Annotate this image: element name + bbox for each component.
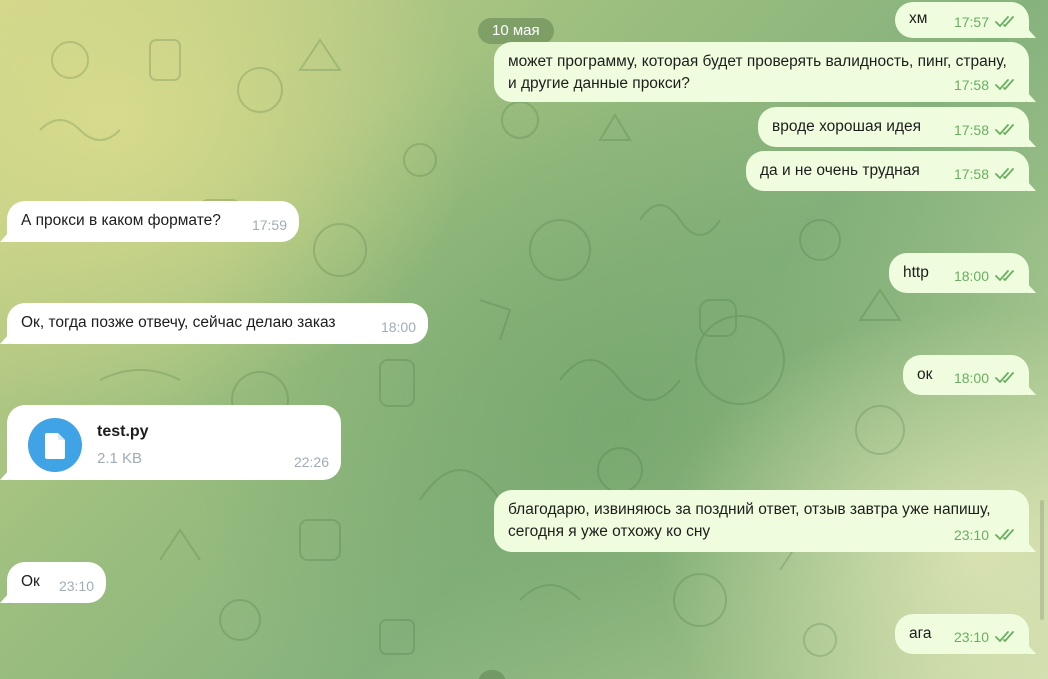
double-check-icon xyxy=(995,270,1014,282)
message-text: вроде хорошая идея xyxy=(772,118,922,135)
message-meta: 18:00 xyxy=(954,367,1017,389)
message-meta: 18:00 xyxy=(381,316,416,338)
message-time: 18:00 xyxy=(953,370,989,386)
double-check-icon xyxy=(995,168,1014,180)
message-meta: 22:26 xyxy=(294,451,329,473)
message-time: 23:10 xyxy=(953,629,989,645)
incoming-message[interactable]: Ок, тогда позже отвечу, сейчас делаю зак… xyxy=(0,303,428,344)
message-text: Ок xyxy=(21,573,40,590)
message-meta: 17:58 xyxy=(954,119,1017,141)
message-text: да и не очень трудная xyxy=(760,162,920,179)
message-time: 17:59 xyxy=(251,217,287,233)
message-text: может программу, которая будет проверять… xyxy=(508,53,1007,92)
message-meta: 23:10 xyxy=(59,575,94,597)
incoming-message[interactable]: А прокси в каком формате? 17:59 xyxy=(0,201,299,242)
message-meta: 17:58 xyxy=(954,163,1017,185)
message-meta: 23:10 xyxy=(954,524,1017,546)
outgoing-message[interactable]: http 18:00 xyxy=(889,253,1036,293)
outgoing-message[interactable]: ок 18:00 xyxy=(903,355,1036,395)
file-name[interactable]: test.py xyxy=(97,421,149,443)
message-time: 23:10 xyxy=(953,527,989,543)
file-icon xyxy=(45,433,65,459)
message-text: ок xyxy=(917,366,933,383)
outgoing-message[interactable]: может программу, которая будет проверять… xyxy=(494,42,1036,102)
outgoing-message[interactable]: вроде хорошая идея 17:58 xyxy=(758,107,1036,147)
message-time: 17:58 xyxy=(953,77,989,93)
message-meta: 17:58 xyxy=(954,74,1017,96)
message-text: ага xyxy=(909,625,932,642)
incoming-message[interactable]: Ок 23:10 xyxy=(0,562,106,603)
message-meta: 17:59 xyxy=(252,214,287,236)
message-text: хм xyxy=(909,10,928,27)
double-check-icon xyxy=(995,631,1014,643)
message-time: 17:58 xyxy=(953,166,989,182)
message-meta: 23:10 xyxy=(954,626,1017,648)
message-text: А прокси в каком формате? xyxy=(21,212,221,229)
double-check-icon xyxy=(995,372,1014,384)
chat-area[interactable]: 10 мая хм 17:57 может программу, которая… xyxy=(0,0,1048,679)
date-label: 10 мая xyxy=(492,22,540,39)
file-size: 2.1 KB xyxy=(97,450,143,467)
date-separator: 10 мая xyxy=(478,18,554,44)
double-check-icon xyxy=(995,124,1014,136)
double-check-icon xyxy=(995,16,1014,28)
outgoing-message[interactable]: хм 17:57 xyxy=(895,2,1036,38)
date-separator-partial xyxy=(478,670,506,679)
message-time: 23:10 xyxy=(58,578,94,594)
outgoing-message[interactable]: благодарю, извиняюсь за поздний ответ, о… xyxy=(494,490,1036,552)
outgoing-message[interactable]: да и не очень трудная 17:58 xyxy=(746,151,1036,191)
scrollbar[interactable] xyxy=(1040,500,1044,620)
message-time: 18:00 xyxy=(380,319,416,335)
message-meta: 17:57 xyxy=(954,11,1017,33)
message-text: http xyxy=(903,264,929,281)
message-time: 17:57 xyxy=(953,14,989,30)
incoming-file-message[interactable]: test.py 2.1 KB 22:26 xyxy=(0,405,341,480)
message-text: Ок, тогда позже отвечу, сейчас делаю зак… xyxy=(21,314,336,331)
double-check-icon xyxy=(995,529,1014,541)
message-time: 17:58 xyxy=(953,122,989,138)
outgoing-message[interactable]: ага 23:10 xyxy=(895,614,1036,654)
file-download-button[interactable] xyxy=(28,418,82,472)
message-text: благодарю, извиняюсь за поздний ответ, о… xyxy=(508,501,991,540)
double-check-icon xyxy=(995,79,1014,91)
message-time: 22:26 xyxy=(293,454,329,470)
message-time: 18:00 xyxy=(953,268,989,284)
message-meta: 18:00 xyxy=(954,265,1017,287)
